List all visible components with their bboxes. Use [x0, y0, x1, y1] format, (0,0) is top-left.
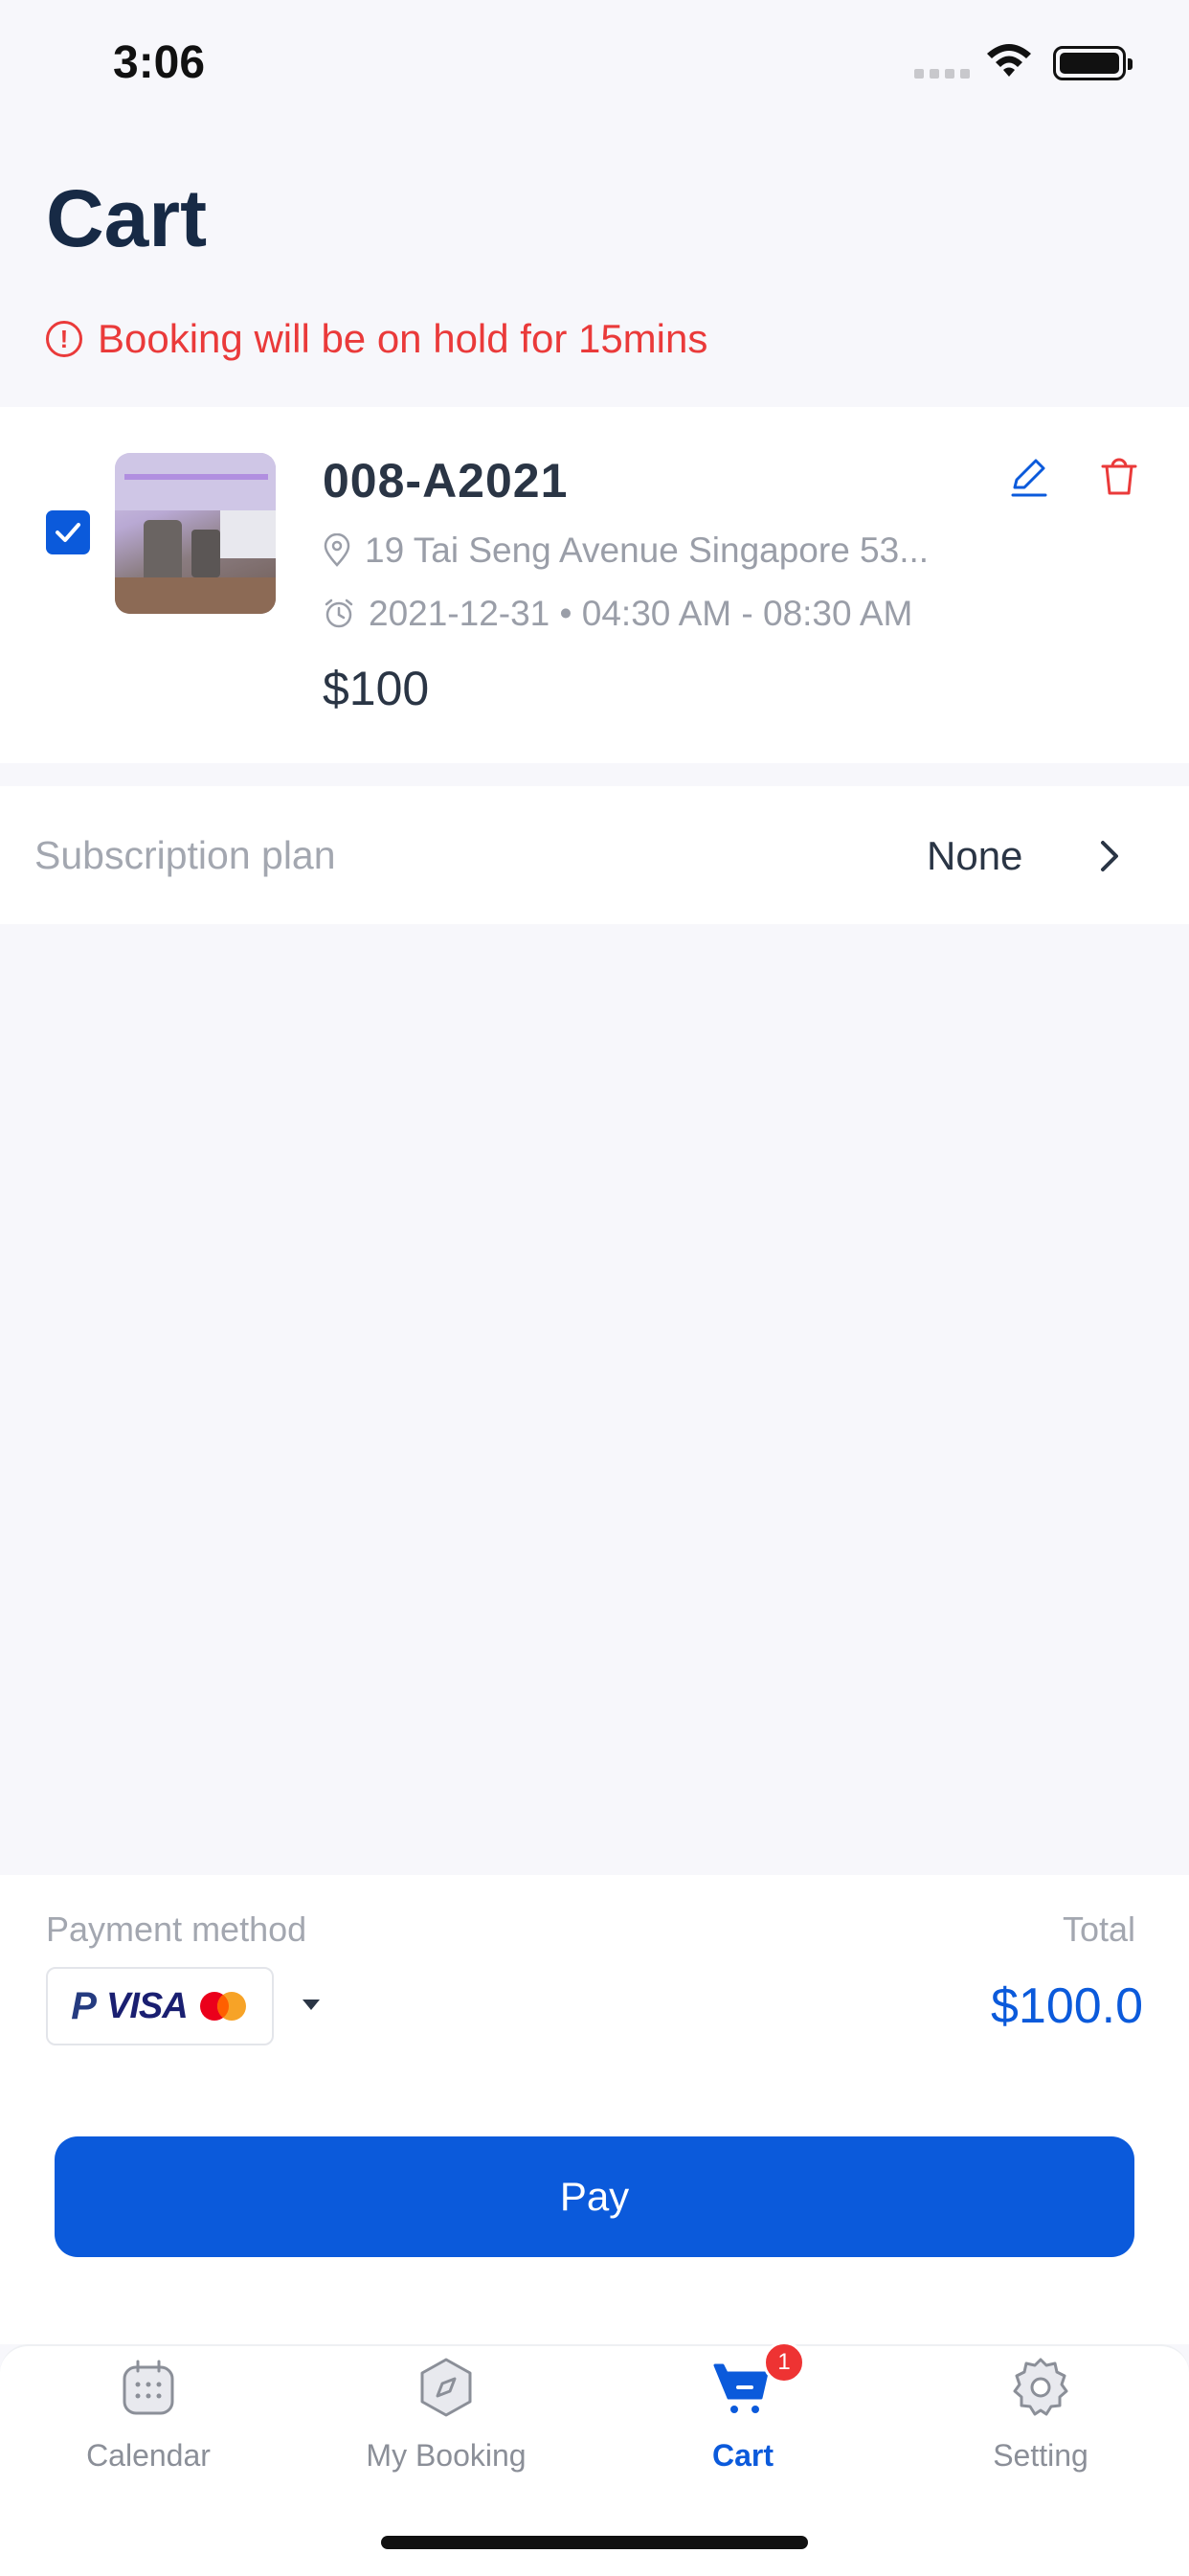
alarm-clock-icon	[325, 599, 353, 628]
mastercard-logo-icon	[199, 1992, 246, 2021]
paypal-logo-icon: P	[71, 1984, 97, 2027]
page-title: Cart	[46, 173, 208, 263]
edit-icon[interactable]	[1007, 455, 1051, 499]
gear-icon	[1013, 2358, 1068, 2416]
caret-down-icon[interactable]	[303, 2000, 320, 2010]
cart-badge: 1	[763, 2341, 805, 2384]
item-datetime-row: 2021-12-31 • 04:30 AM - 08:30 AM	[323, 594, 912, 634]
home-indicator	[381, 2536, 808, 2549]
tab-my-booking[interactable]: My Booking	[350, 2356, 542, 2474]
total-value: $100.0	[991, 1978, 1144, 2034]
item-address: 19 Tai Seng Avenue Singapore 53...	[365, 531, 930, 570]
wifi-icon	[987, 44, 1031, 77]
tab-cart[interactable]: Cart	[647, 2356, 839, 2474]
total-label: Total	[1063, 1909, 1136, 1949]
subscription-label: Subscription plan	[34, 833, 336, 877]
alert-icon: !	[46, 321, 82, 357]
location-pin-icon	[324, 533, 350, 567]
chevron-right-icon[interactable]	[1095, 837, 1124, 875]
item-checkbox[interactable]	[46, 510, 90, 554]
tab-setting[interactable]: Setting	[945, 2356, 1136, 2474]
subscription-value: None	[927, 833, 1023, 878]
hold-notice-text: Booking will be on hold for 15mins	[98, 316, 708, 361]
tab-calendar[interactable]: Calendar	[53, 2356, 244, 2474]
compass-icon	[420, 2358, 472, 2417]
tab-label: Calendar	[86, 2438, 211, 2473]
signal-icon	[914, 69, 970, 79]
status-time: 3:06	[113, 37, 206, 88]
calendar-icon	[123, 2360, 174, 2415]
item-address-row: 19 Tai Seng Avenue Singapore 53...	[323, 531, 929, 571]
item-name: 008-A2021	[323, 454, 569, 508]
item-datetime: 2021-12-31 • 04:30 AM - 08:30 AM	[369, 594, 913, 633]
trash-icon[interactable]	[1097, 455, 1141, 499]
pay-button[interactable]: Pay	[55, 2136, 1134, 2257]
payment-method-selector[interactable]: P VISA	[46, 1967, 274, 2045]
visa-logo-icon: VISA	[105, 1985, 189, 2026]
tab-label: Cart	[711, 2438, 774, 2473]
item-thumbnail	[115, 453, 276, 614]
hold-notice: ! Booking will be on hold for 15mins	[46, 316, 707, 362]
check-icon	[56, 523, 80, 542]
item-price: $100	[323, 662, 430, 715]
tab-label: My Booking	[366, 2438, 527, 2473]
payment-method-label: Payment method	[46, 1909, 307, 1949]
battery-icon	[1053, 46, 1133, 80]
tab-label: Setting	[993, 2438, 1088, 2473]
